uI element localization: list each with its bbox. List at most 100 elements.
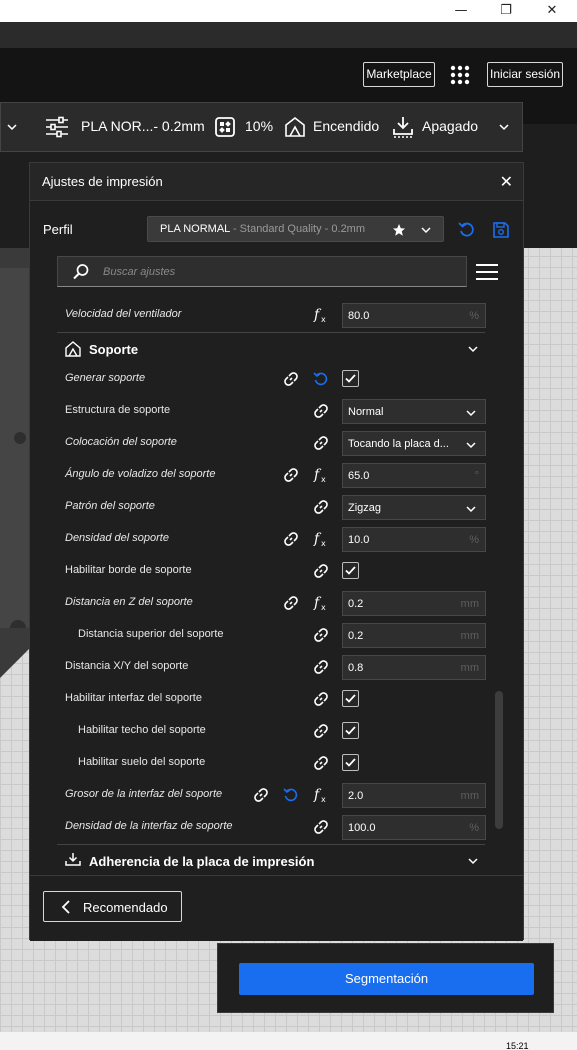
setting-generate-support: Generar soporte xyxy=(30,363,490,395)
profile-select[interactable]: PLA NORMAL - Standard Quality - 0.2mm xyxy=(147,216,444,242)
link-icon[interactable] xyxy=(312,434,330,452)
chevron-down-icon[interactable] xyxy=(420,225,432,235)
section-adhesion[interactable]: Adherencia de la placa de impresión xyxy=(57,844,485,875)
link-icon[interactable] xyxy=(312,658,330,676)
print-setup-bar[interactable]: PLA NOR...- 0.2mm 10% Encendido Apagado xyxy=(0,102,523,152)
section-support[interactable]: Soporte xyxy=(57,332,485,364)
support-placement-select[interactable]: Tocando la placa d... xyxy=(342,431,486,456)
function-icon[interactable]: fx xyxy=(312,306,330,324)
setting-label: Habilitar techo del soporte xyxy=(78,724,206,736)
roof-enable-checkbox[interactable] xyxy=(342,722,359,739)
save-icon[interactable] xyxy=(492,221,510,239)
link-icon[interactable] xyxy=(282,594,300,612)
setting-label: Generar soporte xyxy=(65,372,146,384)
section-title: Adherencia de la placa de impresión xyxy=(89,854,315,869)
svg-text:x: x xyxy=(321,539,326,548)
link-icon[interactable] xyxy=(312,818,330,836)
print-settings-panel: Ajustes de impresión ✕ Perfil PLA NORMAL… xyxy=(29,162,524,941)
settings-scrollbar[interactable] xyxy=(495,691,503,829)
chevron-down-icon[interactable] xyxy=(6,121,18,133)
setting-overhang-angle: Ángulo de voladizo del soporte fx 65.0 ° xyxy=(30,459,490,491)
recommended-label: Recomendado xyxy=(83,900,168,915)
profile-detail: - Standard Quality - 0.2mm xyxy=(229,223,366,235)
menu-icon[interactable] xyxy=(476,263,498,281)
support-pattern-select[interactable]: Zigzag xyxy=(342,495,486,520)
function-icon[interactable]: fx xyxy=(312,530,330,548)
select-value: Zigzag xyxy=(348,502,382,514)
slice-panel: Segmentación xyxy=(217,943,554,1013)
xy-distance-input[interactable]: 0.8 mm xyxy=(342,655,486,680)
overhang-angle-input[interactable]: 65.0 ° xyxy=(342,463,486,488)
profile-name: PLA NORMAL xyxy=(160,223,230,235)
interface-enable-checkbox[interactable] xyxy=(342,690,359,707)
setting-support-placement: Colocación del soporte Tocando la placa … xyxy=(30,427,490,459)
interface-density-input[interactable]: 100.0% xyxy=(342,815,486,840)
setting-fan-speed: Velocidad del ventilador fx 80.0% xyxy=(30,299,490,331)
setting-interface-density: Densidad de la interfaz de soporte 100.0… xyxy=(30,811,490,843)
function-icon[interactable]: fx xyxy=(312,594,330,612)
link-icon[interactable] xyxy=(312,626,330,644)
close-icon[interactable]: ✕ xyxy=(500,172,513,191)
link-icon[interactable] xyxy=(312,402,330,420)
top-distance-input[interactable]: 0.2 mm xyxy=(342,623,486,648)
field-unit: ° xyxy=(474,470,479,482)
interface-thickness-input[interactable]: 2.0 mm xyxy=(342,783,486,808)
support-structure-select[interactable]: Normal xyxy=(342,399,486,424)
apps-grid-icon[interactable] xyxy=(450,65,470,85)
reset-icon[interactable] xyxy=(458,221,476,239)
field-unit: % xyxy=(469,822,479,834)
minimize-button[interactable]: — xyxy=(438,0,484,22)
setting-label: Velocidad del ventilador xyxy=(65,308,182,320)
reset-icon[interactable] xyxy=(312,370,330,388)
field-unit: mm xyxy=(460,790,479,802)
setting-label: Colocación del soporte xyxy=(65,436,177,448)
link-icon[interactable] xyxy=(312,562,330,580)
maximize-button[interactable]: ❐ xyxy=(483,0,529,22)
setting-label: Ángulo de voladizo del soporte xyxy=(65,468,216,480)
chevron-down-icon[interactable] xyxy=(467,343,479,355)
function-icon[interactable]: fx xyxy=(312,786,330,804)
field-unit: % xyxy=(469,310,479,322)
setting-label: Densidad del soporte xyxy=(65,532,169,544)
setting-support-brim: Habilitar borde de soporte xyxy=(30,555,490,587)
link-icon[interactable] xyxy=(282,466,300,484)
link-icon[interactable] xyxy=(252,786,270,804)
z-distance-input[interactable]: 0.2 mm xyxy=(342,591,486,616)
link-icon[interactable] xyxy=(282,530,300,548)
support-density-input[interactable]: 10.0% xyxy=(342,527,486,552)
fan-speed-input[interactable]: 80.0% xyxy=(342,303,486,328)
link-icon[interactable] xyxy=(312,498,330,516)
link-icon[interactable] xyxy=(312,754,330,772)
recommended-button[interactable]: Recomendado xyxy=(43,891,182,922)
marketplace-button[interactable]: Marketplace xyxy=(363,62,435,87)
generate-support-checkbox[interactable] xyxy=(342,370,359,387)
field-value: 100.0 xyxy=(348,822,376,834)
panel-footer: Recomendado xyxy=(30,875,523,941)
svg-text:x: x xyxy=(321,315,326,324)
slice-button[interactable]: Segmentación xyxy=(239,963,534,995)
star-icon[interactable] xyxy=(392,223,406,237)
close-window-button[interactable]: ✕ xyxy=(529,0,575,22)
chevron-left-icon xyxy=(61,900,70,914)
support-brim-checkbox[interactable] xyxy=(342,562,359,579)
function-icon[interactable]: fx xyxy=(312,466,330,484)
link-icon[interactable] xyxy=(312,690,330,708)
field-value: 0.8 xyxy=(348,662,364,674)
svg-text:x: x xyxy=(321,475,326,484)
field-unit: mm xyxy=(460,630,479,642)
setting-floor-enable: Habilitar suelo del soporte xyxy=(30,747,490,779)
floor-enable-checkbox[interactable] xyxy=(342,754,359,771)
signin-button[interactable]: Iniciar sesión xyxy=(487,62,563,87)
link-icon[interactable] xyxy=(312,722,330,740)
search-input[interactable]: Buscar ajustes xyxy=(57,256,467,287)
select-value: Normal xyxy=(348,406,384,418)
settings-list[interactable]: Velocidad del ventilador fx 80.0% Soport… xyxy=(30,297,523,875)
chevron-down-icon[interactable] xyxy=(467,855,479,867)
link-icon[interactable] xyxy=(282,370,300,388)
chevron-down-icon[interactable] xyxy=(498,121,510,133)
support-value: Encendido xyxy=(313,118,380,134)
setting-label: Habilitar interfaz del soporte xyxy=(65,692,202,704)
svg-text:x: x xyxy=(321,603,326,612)
field-value: 0.2 xyxy=(348,598,364,610)
reset-icon[interactable] xyxy=(282,786,300,804)
